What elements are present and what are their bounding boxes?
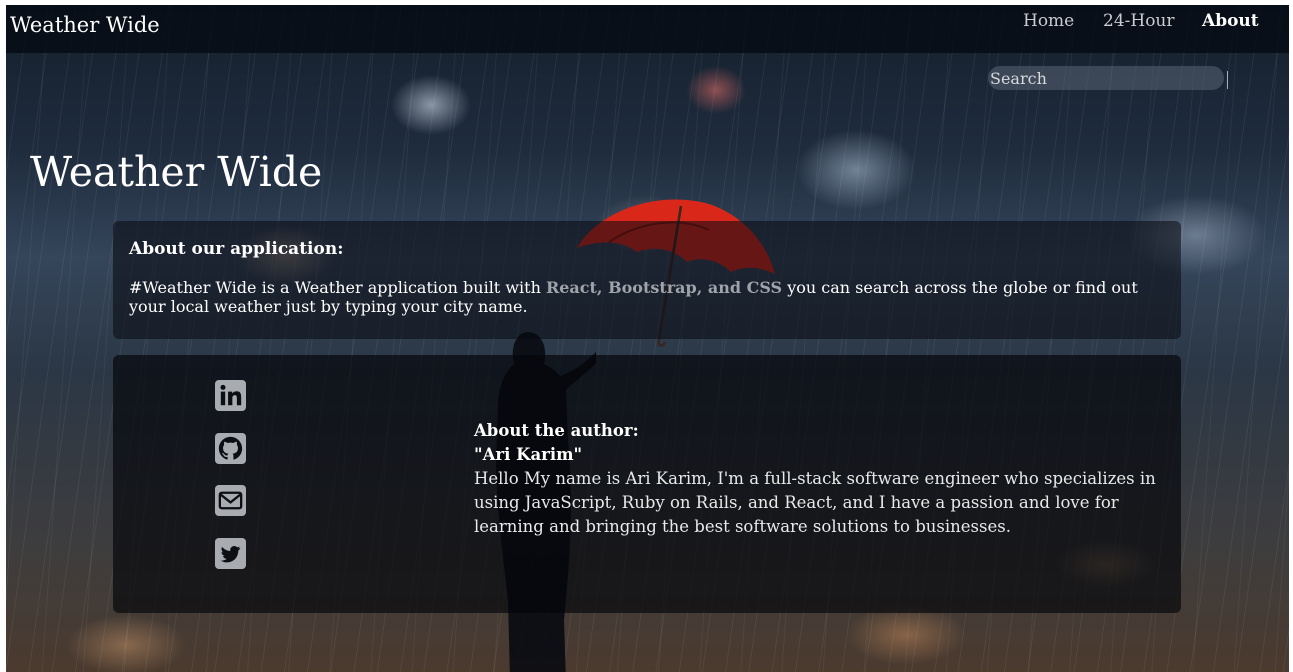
tech-stack-highlight: React, Bootstrap, and CSS	[545, 278, 783, 297]
about-application-card: About our application: #Weather Wide is …	[113, 221, 1181, 339]
nav-link-home[interactable]: Home	[1023, 11, 1074, 31]
navbar-brand[interactable]: Weather Wide	[10, 13, 160, 37]
author-text-block: About the author: "Ari Karim" Hello My n…	[474, 419, 1164, 539]
github-icon	[215, 433, 246, 464]
linkedin-link[interactable]	[215, 380, 246, 411]
email-link[interactable]	[215, 485, 246, 516]
linkedin-icon	[215, 380, 246, 411]
about-application-text-intro: #Weather Wide is a Weather application b…	[129, 278, 546, 297]
twitter-icon	[215, 538, 246, 569]
author-name: "Ari Karim"	[474, 445, 583, 464]
page-frame: Weather Wide Home 24-Hour About Weather …	[6, 5, 1289, 672]
about-author-card: About the author: "Ari Karim" Hello My n…	[113, 355, 1181, 613]
github-link[interactable]	[215, 433, 246, 464]
email-icon	[215, 485, 246, 516]
author-bio: Hello My name is Ari Karim, I'm a full-s…	[474, 469, 1156, 536]
nav-link-about[interactable]: About	[1202, 11, 1259, 31]
search-divider	[1227, 71, 1228, 89]
search-input[interactable]	[988, 66, 1224, 90]
page-title: Weather Wide	[30, 148, 323, 196]
top-navbar: Weather Wide Home 24-Hour About	[6, 5, 1289, 53]
twitter-link[interactable]	[215, 538, 246, 569]
about-author-heading: About the author:	[474, 421, 639, 440]
about-application-text: #Weather Wide is a Weather application b…	[129, 278, 1169, 316]
nav-link-24-hour[interactable]: 24-Hour	[1103, 11, 1175, 31]
about-application-heading: About our application:	[129, 239, 344, 259]
